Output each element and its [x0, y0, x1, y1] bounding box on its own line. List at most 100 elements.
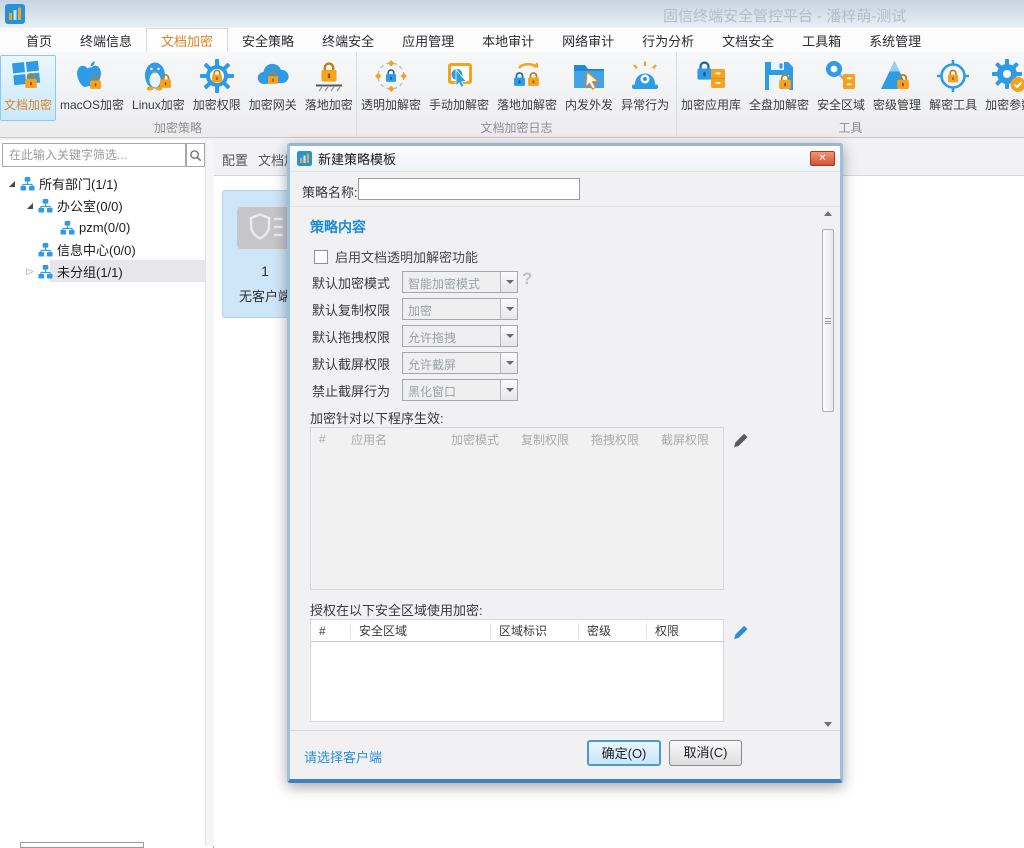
tree-item-office[interactable]: ◢ 办公室(0/0) — [0, 194, 204, 216]
ribbon-item-doc-encryption[interactable]: 文档加密 — [0, 55, 56, 121]
chevron-down-icon[interactable] — [500, 326, 517, 346]
ribbon-group-doc-encryption-logs: 透明加解密 手动加解密 — [357, 52, 677, 138]
content-tab-config[interactable]: 配置 — [222, 150, 248, 169]
menu-tab-system-management[interactable]: 系统管理 — [855, 28, 935, 52]
default-encrypt-mode-select[interactable]: 智能加密模式 — [402, 271, 518, 293]
ribbon-item-internal-external[interactable]: 内发外发 — [561, 55, 617, 116]
ribbon-item-encrypted-app-library[interactable]: 加密应用库 — [677, 55, 745, 116]
app-logo-icon — [5, 4, 25, 24]
hand-tablet-icon — [440, 58, 478, 94]
forbid-screenshot-behavior-row: 禁止截屏行为 黑化窗口 — [312, 379, 518, 401]
cancel-button[interactable]: 取消(C) — [669, 740, 742, 766]
apple-lock-icon — [73, 58, 111, 94]
search-button[interactable] — [186, 143, 205, 167]
org-chart-icon — [38, 198, 53, 213]
ok-button[interactable]: 确定(O) — [587, 740, 661, 766]
select-client-link[interactable]: 请选择客户端 — [304, 747, 382, 766]
ribbon-item-manual-crypt[interactable]: 手动加解密 — [425, 55, 493, 116]
forbid-screenshot-behavior-select[interactable]: 黑化窗口 — [402, 379, 518, 401]
sidebar-horizontal-scrollbar-thumb[interactable] — [20, 842, 144, 848]
ribbon-item-encryption-params[interactable]: 加密参数 — [981, 55, 1024, 116]
dialog-vertical-scrollbar[interactable] — [821, 207, 836, 731]
dialog-scroll-area: 策略内容 启用文档透明加解密功能 默认加密模式 智能加密模式 ? 默认复制权限 … — [290, 206, 840, 730]
dialog-footer: 请选择客户端 确定(O) 取消(C) — [290, 730, 840, 779]
ribbon-item-classification-management[interactable]: 密级管理 — [869, 55, 925, 116]
transparent-crypt-checkbox-label: 启用文档透明加解密功能 — [335, 247, 478, 266]
cloud-lock-icon — [254, 58, 292, 94]
search-input[interactable] — [2, 143, 186, 167]
ribbon-item-encryption-gateway[interactable]: 加密网关 — [245, 55, 301, 116]
chevron-down-icon[interactable] — [500, 299, 517, 319]
tree-item-ungrouped[interactable]: ▷ 未分组(1/1) — [0, 260, 204, 282]
lock-sync-icon — [508, 58, 546, 94]
app-window: 固信终端安全管控平台 - 潘梓萌-测试 首页 终端信息 文档加密 安全策略 终端… — [0, 0, 1024, 848]
menu-tab-security-policy[interactable]: 安全策略 — [228, 28, 308, 52]
menu-tab-behavior-analysis[interactable]: 行为分析 — [628, 28, 708, 52]
sidebar-vertical-scrollbar[interactable] — [205, 140, 214, 846]
menu-tab-doc-encryption[interactable]: 文档加密 — [146, 28, 228, 52]
menu-tab-toolbox[interactable]: 工具箱 — [788, 28, 855, 52]
edit-program-list-icon[interactable] — [732, 432, 749, 449]
windows-lock-icon — [9, 58, 47, 94]
chevron-down-icon[interactable] — [500, 272, 517, 292]
menu-tab-doc-security[interactable]: 文档安全 — [708, 28, 788, 52]
ribbon-item-landing-encryption[interactable]: 落地加密 — [301, 55, 357, 116]
scroll-up-icon[interactable] — [824, 211, 832, 216]
ribbon-item-decryption-tool[interactable]: 解密工具 — [925, 55, 981, 116]
edit-zone-list-icon[interactable] — [732, 624, 749, 641]
ribbon-group-encryption-policy: 文档加密 macOS加密 — [0, 52, 357, 138]
alarm-icon — [626, 58, 664, 94]
policy-content-section-title: 策略内容 — [310, 217, 366, 237]
expander-expanded-icon[interactable]: ◢ — [24, 201, 36, 210]
zone-table-header: # 安全区域 区域标识 密级 权限 — [311, 620, 723, 642]
ribbon-item-security-zone[interactable]: 安全区域 — [813, 55, 869, 116]
scroll-down-icon[interactable] — [824, 722, 832, 727]
ribbon-group-label: 工具 — [677, 119, 1024, 136]
ribbon-item-full-disk-crypt[interactable]: 全盘加解密 — [745, 55, 813, 116]
menu-tab-terminal-info[interactable]: 终端信息 — [66, 28, 146, 52]
menu-tab-local-audit[interactable]: 本地审计 — [468, 28, 548, 52]
expander-expanded-icon[interactable]: ◢ — [6, 179, 18, 188]
shield-list-icon — [237, 207, 293, 249]
folder-cursor-icon — [570, 58, 608, 94]
close-icon[interactable]: ✕ — [810, 151, 835, 166]
menu-tab-app-management[interactable]: 应用管理 — [388, 28, 468, 52]
org-chart-icon — [38, 242, 53, 257]
program-table-caption: 加密针对以下程序生效: — [310, 408, 444, 427]
scrollbar-grip — [825, 318, 831, 324]
ribbon-group-tools: 加密应用库 全盘加解密 — [677, 52, 1024, 138]
menu-tab-network-audit[interactable]: 网络审计 — [548, 28, 628, 52]
default-copy-permission-select[interactable]: 加密 — [402, 298, 518, 320]
default-screenshot-permission-row: 默认截屏权限 允许截屏 — [312, 352, 518, 374]
ribbon-item-macos-encryption[interactable]: macOS加密 — [56, 55, 128, 116]
search-icon — [189, 149, 202, 162]
ribbon-item-landing-crypt[interactable]: 落地加解密 — [493, 55, 561, 116]
default-drag-permission-select[interactable]: 允许拖拽 — [402, 325, 518, 347]
gear-badge-icon — [990, 58, 1024, 94]
tree-item-info-center[interactable]: 信息中心(0/0) — [0, 238, 204, 260]
tree-item-pzm[interactable]: pzm(0/0) — [0, 216, 204, 238]
ribbon-item-transparent-crypt[interactable]: 透明加解密 — [357, 55, 425, 116]
menu-tab-home[interactable]: 首页 — [12, 28, 66, 52]
policy-name-input[interactable] — [358, 178, 580, 200]
default-screenshot-permission-select[interactable]: 允许截屏 — [402, 352, 518, 374]
ribbon-item-linux-encryption[interactable]: Linux加密 — [128, 55, 189, 116]
help-icon[interactable]: ? — [522, 269, 532, 289]
default-encrypt-mode-row: 默认加密模式 智能加密模式 — [312, 271, 518, 293]
scrollbar-thumb[interactable] — [822, 229, 834, 412]
expander-collapsed-icon[interactable]: ▷ — [24, 266, 36, 277]
policy-name-row: 策略名称: — [290, 172, 840, 206]
org-chart-icon — [20, 176, 35, 191]
dialog-title-bar[interactable]: 新建策略模板 ✕ — [290, 146, 840, 172]
tree-item-all-departments[interactable]: ◢ 所有部门(1/1) — [0, 172, 204, 194]
ribbon-item-encryption-permission[interactable]: 加密权限 — [189, 55, 245, 116]
ribbon-item-abnormal-behavior[interactable]: 异常行为 — [617, 55, 673, 116]
ribbon: 文档加密 macOS加密 — [0, 52, 1024, 138]
pyramid-lock-icon — [878, 58, 916, 94]
transparent-crypt-checkbox[interactable] — [314, 250, 328, 264]
new-policy-template-dialog: 新建策略模板 ✕ 策略名称: 策略内容 启用文档透明加解密功能 默认加密模式 智… — [287, 143, 843, 783]
chevron-down-icon[interactable] — [500, 353, 517, 373]
chevron-down-icon[interactable] — [500, 380, 517, 400]
program-table-header: # 应用名 加密模式 复制权限 拖拽权限 截屏权限 — [311, 428, 723, 450]
menu-tab-terminal-security[interactable]: 终端安全 — [308, 28, 388, 52]
